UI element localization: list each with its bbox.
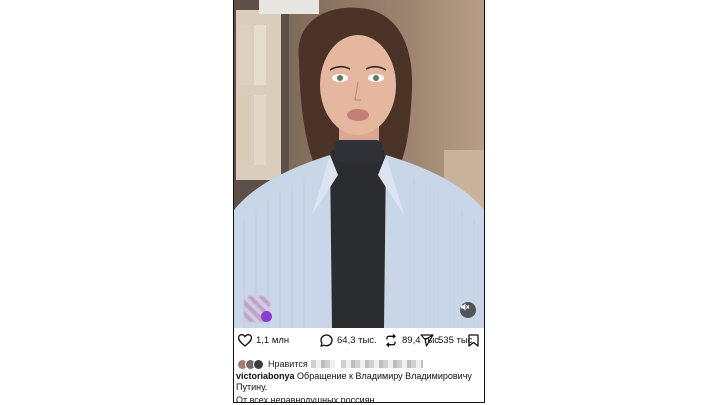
comments-count: 64,3 тыс. [337,335,377,346]
liked-by-row[interactable]: Нравится [234,357,484,371]
caption-username[interactable]: victoriabonya [236,371,295,381]
comment-action[interactable]: 64,3 тыс. [320,334,377,347]
video-frame-illustration [234,0,484,328]
action-bar: 1,1 млн 64,3 тыс. 89,4 тыс. 535 тыс. [234,332,484,352]
send-paper-plane-icon[interactable] [420,334,434,347]
post-caption: victoriabonya Обращение к Владимиру Влад… [236,371,482,403]
blurred-username [310,360,335,368]
speaker-muted-icon [461,303,470,311]
heart-icon[interactable] [238,334,252,347]
like-action[interactable]: 1,1 млн [238,334,289,347]
save-action[interactable] [468,334,479,347]
blurred-text [340,360,423,368]
comment-bubble-icon[interactable] [320,334,333,347]
likes-count: 1,1 млн [256,335,290,346]
repost-arrows-icon[interactable] [384,334,398,347]
share-action[interactable]: 535 тыс. [420,334,475,347]
post-frame: 1,1 млн 64,3 тыс. 89,4 тыс. 535 тыс. Нра… [233,0,485,403]
creator-badge-icon [261,311,272,322]
caption-line2: От всех неравнодушных россиян. [236,395,377,403]
liker-avatar [253,358,264,370]
bookmark-icon[interactable] [468,334,479,347]
video-player[interactable] [234,0,484,328]
mute-button[interactable] [460,302,476,318]
liked-by-label: Нравится [268,359,308,369]
